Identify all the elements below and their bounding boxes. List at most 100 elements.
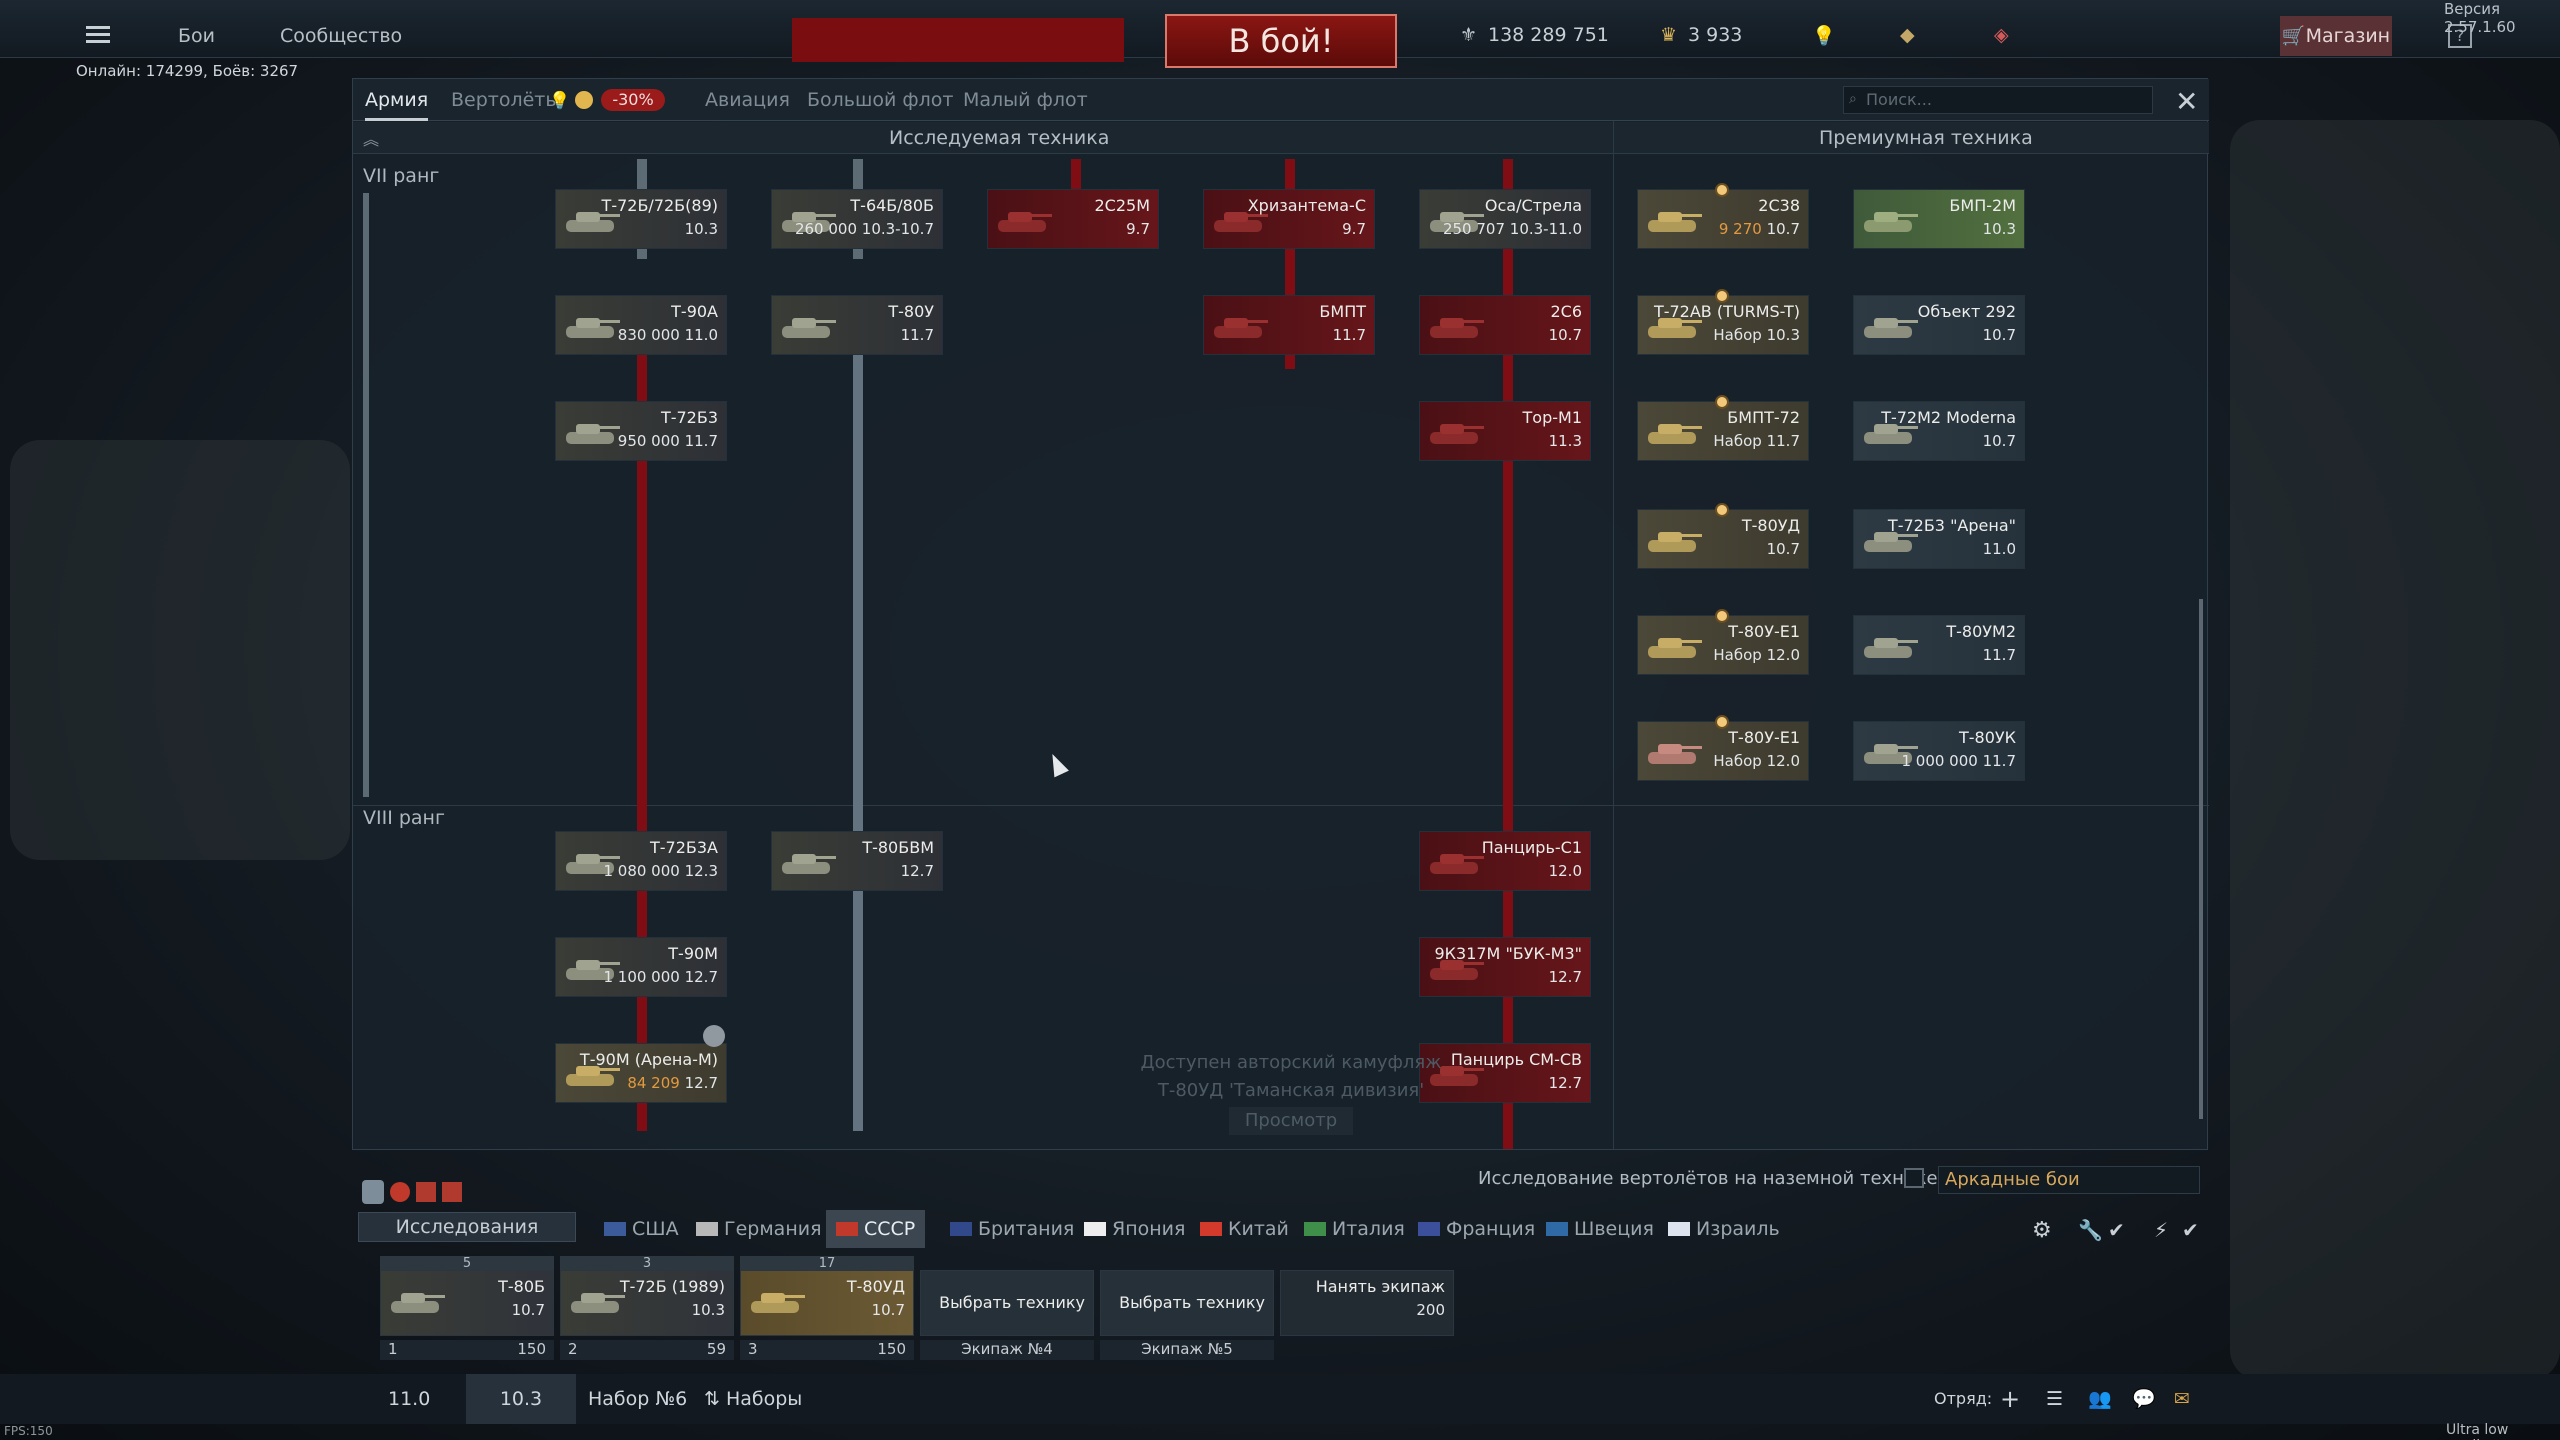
- slot-vehicle[interactable]: Т-80Б 10.7: [380, 1270, 554, 1336]
- vehicle-br: 11.0: [684, 326, 718, 344]
- preview-button[interactable]: Просмотр: [1228, 1107, 1354, 1135]
- nation-usa[interactable]: США: [604, 1210, 679, 1248]
- nation-china[interactable]: Китай: [1200, 1210, 1289, 1248]
- br-filter-2[interactable]: 10.3: [466, 1374, 576, 1424]
- vehicle-card[interactable]: Т-80У-Е1 Набор 12.0: [1637, 721, 1809, 781]
- nation-france[interactable]: Франция: [1418, 1210, 1535, 1248]
- vehicle-card[interactable]: Объект 292 10.7: [1853, 295, 2025, 355]
- slot-empty[interactable]: Выбрать технику: [1100, 1270, 1274, 1336]
- vehicle-card[interactable]: Т-90А 830 000 11.0: [555, 295, 727, 355]
- vehicle-info: 1 000 000 11.7: [1901, 752, 2016, 770]
- vehicle-card[interactable]: 2С38 9 270 10.7: [1637, 189, 1809, 249]
- vehicle-card[interactable]: Т-80УК 1 000 000 11.7: [1853, 721, 2025, 781]
- presets-button[interactable]: ⇅ Наборы: [704, 1374, 802, 1424]
- crew-slot[interactable]: 17 Т-80УД 10.7 3 150: [740, 1256, 914, 1368]
- vehicle-card[interactable]: 2С6 10.7: [1419, 295, 1591, 355]
- crew-slot[interactable]: Выбрать технику Экипаж №5: [1100, 1256, 1274, 1368]
- rank-vii-label[interactable]: VII ранг: [363, 165, 439, 187]
- nation-japan[interactable]: Япония: [1084, 1210, 1185, 1248]
- mail-icon[interactable]: ✉: [2174, 1374, 2190, 1424]
- menu-icon[interactable]: [86, 26, 110, 29]
- tab-small-fleet[interactable]: Малый флот: [963, 79, 1088, 121]
- premium-icon[interactable]: ◆: [1900, 24, 1915, 46]
- vehicle-card[interactable]: Тор-М1 11.3: [1419, 401, 1591, 461]
- chat-icon[interactable]: 💬: [2132, 1374, 2156, 1424]
- nation-label: Германия: [724, 1218, 822, 1240]
- vehicle-card[interactable]: 2С25М 9.7: [987, 189, 1159, 249]
- nation-britain[interactable]: Британия: [950, 1210, 1074, 1248]
- check-icon[interactable]: ✔: [2108, 1218, 2125, 1242]
- close-icon[interactable]: ✕: [2175, 85, 2198, 118]
- lightbulb-icon[interactable]: 💡: [1812, 24, 1836, 47]
- tab-big-fleet[interactable]: Большой флот: [807, 79, 953, 121]
- fight-button[interactable]: В бой!: [1165, 14, 1397, 68]
- coupon-icon[interactable]: ◈: [1994, 24, 2009, 46]
- slot-vehicle[interactable]: Т-72Б (1989) 10.3: [560, 1270, 734, 1336]
- crew-label: Экипаж №5: [1100, 1340, 1274, 1360]
- event-banner[interactable]: [792, 18, 1124, 62]
- vehicle-card[interactable]: Т-80УМ2 11.7: [1853, 615, 2025, 675]
- vehicle-card[interactable]: Т-80УД 10.7: [1637, 509, 1809, 569]
- nation-label: Китай: [1228, 1218, 1289, 1240]
- game-mode-select[interactable]: Аркадные бои: [1938, 1166, 2200, 1194]
- rank-viii-label[interactable]: VIII ранг: [363, 807, 445, 829]
- vehicle-card[interactable]: Т-80БВМ 12.7: [771, 831, 943, 891]
- nation-sweden[interactable]: Швеция: [1546, 1210, 1654, 1248]
- vehicle-card[interactable]: Оса/Стрела 250 707 10.3-11.0: [1419, 189, 1591, 249]
- vehicle-name: 2С6: [1550, 302, 1582, 321]
- vehicle-card[interactable]: 9К317М "БУК-М3" 12.7: [1419, 937, 1591, 997]
- vehicle-card[interactable]: БМПТ-72 Набор 11.7: [1637, 401, 1809, 461]
- battles-menu[interactable]: Бои: [178, 0, 215, 58]
- vehicle-card[interactable]: Т-72М2 Moderna 10.7: [1853, 401, 2025, 461]
- tab-aviation[interactable]: Авиация: [705, 79, 790, 121]
- vehicle-br: 12.3: [684, 862, 718, 880]
- tab-army[interactable]: Армия: [365, 79, 429, 121]
- heli-research-checkbox[interactable]: [1904, 1168, 1924, 1188]
- list-icon[interactable]: ☰: [2046, 1374, 2063, 1424]
- community-menu[interactable]: Сообщество: [280, 0, 402, 58]
- repair-icon[interactable]: ⚡: [2154, 1218, 2168, 1242]
- vehicle-card[interactable]: БМП-2М 10.3: [1853, 189, 2025, 249]
- vehicle-card[interactable]: Панцирь-С1 12.0: [1419, 831, 1591, 891]
- vehicle-card[interactable]: БМПТ 11.7: [1203, 295, 1375, 355]
- check-icon[interactable]: ✔: [2182, 1218, 2199, 1242]
- crew-slot[interactable]: 5 Т-80Б 10.7 1 150: [380, 1256, 554, 1368]
- br-filter-1[interactable]: 11.0: [388, 1374, 430, 1424]
- scrollbar[interactable]: [2199, 599, 2203, 1119]
- nation-ussr[interactable]: СССР: [826, 1210, 926, 1248]
- wrench-icon[interactable]: 🔧: [2078, 1218, 2103, 1242]
- vehicle-card[interactable]: Хризантема-С 9.7: [1203, 189, 1375, 249]
- vehicle-cost: 1 000 000: [1901, 752, 1978, 770]
- tank-icon: [1648, 638, 1702, 658]
- vehicle-card[interactable]: Т-80У-Е1 Набор 12.0: [1637, 615, 1809, 675]
- vehicle-card[interactable]: Т-72Б3 950 000 11.7: [555, 401, 727, 461]
- vehicle-card[interactable]: Т-72Б3 "Арена" 11.0: [1853, 509, 2025, 569]
- vehicle-card[interactable]: Т-90М 1 100 000 12.7: [555, 937, 727, 997]
- preset-name[interactable]: Набор №6: [588, 1374, 687, 1424]
- nation-germany[interactable]: Германия: [696, 1210, 822, 1248]
- tab-helicopters[interactable]: Вертолёты: [451, 79, 560, 121]
- vehicle-card[interactable]: Т-72Б/72Б(89) 10.3: [555, 189, 727, 249]
- research-header: Исследуемая техника: [889, 127, 1110, 149]
- add-squad-icon[interactable]: +: [2000, 1374, 2020, 1424]
- nation-italy[interactable]: Италия: [1304, 1210, 1405, 1248]
- nation-israel[interactable]: Израиль: [1668, 1210, 1780, 1248]
- gear-icon[interactable]: ⚙: [2032, 1218, 2052, 1243]
- friends-icon[interactable]: 👥: [2088, 1374, 2112, 1424]
- vehicle-card[interactable]: Т-72Б3А 1 080 000 12.3: [555, 831, 727, 891]
- slot-empty[interactable]: Выбрать технику: [920, 1270, 1094, 1336]
- cursor-icon: [1045, 750, 1069, 778]
- collapse-icon[interactable]: ︽: [363, 126, 379, 150]
- slot-vehicle[interactable]: Т-80УД 10.7: [740, 1270, 914, 1336]
- search-input[interactable]: Поиск...: [1843, 86, 2153, 114]
- crew-slot[interactable]: 3 Т-72Б (1989) 10.3 2 59: [560, 1256, 734, 1368]
- vehicle-card[interactable]: Т-64Б/80Б 260 000 10.3-10.7: [771, 189, 943, 249]
- vehicle-card[interactable]: Т-72АВ (TURMS-T) Набор 10.3: [1637, 295, 1809, 355]
- crew-slot[interactable]: Выбрать технику Экипаж №4: [920, 1256, 1094, 1368]
- shop-button[interactable]: 🛒Магазин: [2280, 16, 2392, 56]
- hire-crew[interactable]: Нанять экипаж 200: [1280, 1270, 1454, 1336]
- vehicle-card[interactable]: Т-90М (Арена-М) 84 209 12.7: [555, 1043, 727, 1103]
- vehicle-card[interactable]: Т-80У 11.7: [771, 295, 943, 355]
- crew-slot[interactable]: Нанять экипаж 200: [1280, 1256, 1454, 1368]
- vehicle-name: 2С38: [1758, 196, 1800, 215]
